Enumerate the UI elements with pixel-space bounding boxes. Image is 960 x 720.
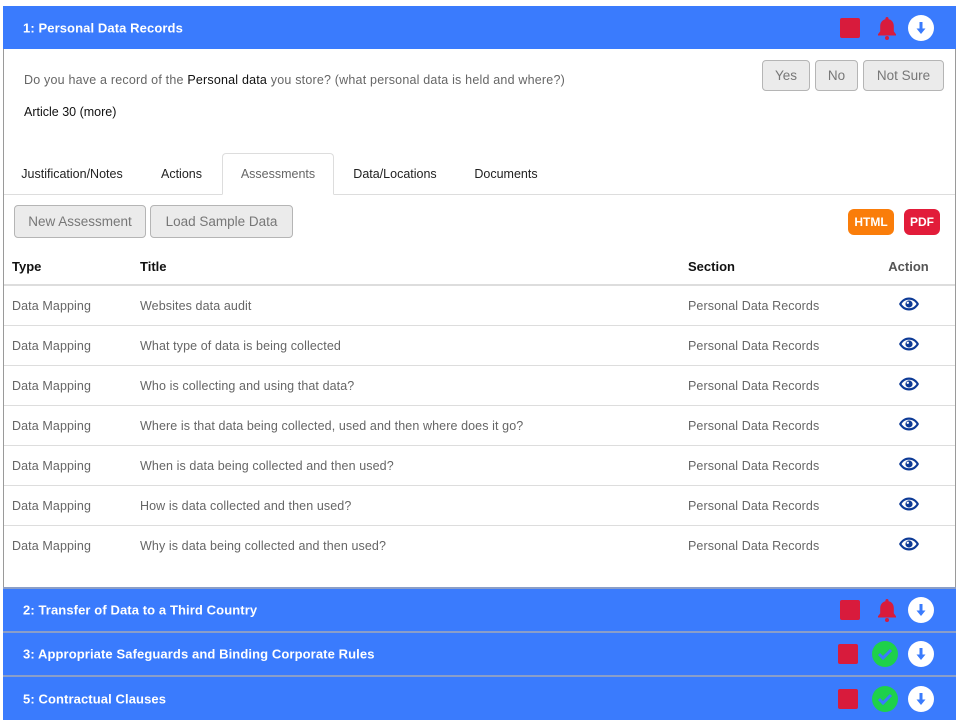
eye-icon[interactable]	[898, 416, 920, 435]
cell-title: How is data collected and then used?	[132, 485, 680, 526]
column-header-action: Action	[862, 248, 955, 286]
cell-type: Data Mapping	[4, 445, 132, 486]
eye-icon[interactable]	[898, 376, 920, 395]
cell-title: Who is collecting and using that data?	[132, 365, 680, 406]
cell-action	[862, 445, 955, 486]
status-square-icon	[840, 600, 860, 620]
cell-section: Personal Data Records	[680, 285, 862, 326]
tab-bar: Justification/Notes Actions Assessments …	[4, 153, 955, 195]
check-circle-icon	[872, 685, 898, 712]
cell-action	[862, 365, 955, 406]
status-square-icon	[840, 17, 860, 38]
yes-button[interactable]: Yes	[762, 60, 810, 91]
cell-type: Data Mapping	[4, 405, 132, 446]
bell-icon[interactable]	[874, 597, 900, 623]
eye-icon[interactable]	[898, 536, 920, 555]
cell-section: Personal Data Records	[680, 445, 862, 486]
expand-down-icon[interactable]	[908, 685, 934, 712]
table-row: Data Mapping What type of data is being c…	[4, 325, 955, 366]
tab-actions[interactable]: Actions	[144, 153, 219, 194]
cell-title: Websites data audit	[132, 285, 680, 326]
cell-action	[862, 285, 955, 326]
pdf-export-button[interactable]: PDF	[904, 209, 940, 235]
assessments-table: Type Title Section Action Data Mapping We…	[4, 248, 955, 565]
cell-action	[862, 526, 955, 566]
cell-type: Data Mapping	[4, 365, 132, 406]
column-header-title[interactable]: Title	[132, 248, 680, 286]
cell-title: Why is data being collected and then use…	[140, 538, 387, 553]
expand-down-icon[interactable]	[908, 14, 934, 41]
eye-icon[interactable]	[898, 296, 920, 315]
table-row: Data Mapping Why is data being collected …	[4, 526, 955, 566]
table-row: Data Mapping Where is that data being col…	[4, 405, 955, 446]
cell-section: Personal Data Records	[680, 405, 862, 446]
eye-icon[interactable]	[898, 336, 920, 355]
cell-section: Personal Data Records	[680, 485, 862, 526]
answer-buttons: Yes No Not Sure	[762, 60, 944, 91]
cell-action	[862, 485, 955, 526]
cell-section: Personal Data Records	[680, 365, 862, 406]
check-circle-icon	[872, 641, 898, 667]
section-header-1[interactable]: 1: Personal Data Records	[3, 6, 956, 49]
no-button[interactable]: No	[815, 60, 858, 91]
html-export-button[interactable]: HTML	[848, 209, 894, 235]
table-header-row: Type Title Section Action	[4, 248, 955, 286]
cell-section: Personal Data Records	[688, 538, 820, 553]
cell-type: Data Mapping	[4, 485, 132, 526]
cell-type: Data Mapping	[4, 285, 132, 326]
section-title: 2: Transfer of Data to a Third Country	[23, 602, 258, 618]
bell-icon[interactable]	[874, 15, 900, 41]
table-row: Data Mapping Websites data audit Personal …	[4, 285, 955, 326]
eye-icon[interactable]	[898, 496, 920, 515]
new-assessment-button[interactable]: New Assessment	[14, 205, 146, 238]
question-text: Do you have a record of the Personal dat…	[24, 73, 565, 87]
cell-title: When is data being collected and then us…	[132, 445, 680, 486]
tab-assessments[interactable]: Assessments	[222, 153, 334, 195]
tab-justification-notes[interactable]: Justification/Notes	[4, 153, 140, 194]
expand-down-icon[interactable]	[908, 597, 934, 623]
section-header-3[interactable]: 3: Appropriate Safeguards and Binding Co…	[3, 631, 956, 675]
tab-data-locations[interactable]: Data/Locations	[338, 153, 452, 194]
column-header-section[interactable]: Section	[680, 248, 862, 286]
cell-action	[862, 405, 955, 446]
section-title: 3: Appropriate Safeguards and Binding Co…	[23, 646, 375, 662]
article-more-link[interactable]: Article 30 (more)	[24, 105, 116, 119]
table-row: Data Mapping How is data collected and th…	[4, 485, 955, 526]
status-square-icon	[838, 688, 858, 709]
expand-down-icon[interactable]	[908, 641, 934, 667]
cell-type: Data Mapping	[12, 538, 92, 553]
section-header-2[interactable]: 2: Transfer of Data to a Third Country	[3, 587, 956, 631]
cell-section: Personal Data Records	[680, 325, 862, 366]
cell-title: What type of data is being collected	[132, 325, 680, 366]
column-header-type[interactable]: Type	[4, 248, 132, 286]
table-row: Data Mapping Who is collecting and using …	[4, 365, 955, 406]
cell-type: Data Mapping	[4, 325, 132, 366]
load-sample-data-button[interactable]: Load Sample Data	[150, 205, 293, 238]
section-header-5[interactable]: 5: Contractual Clauses	[3, 675, 956, 720]
table-row: Data Mapping When is data being collected…	[4, 445, 955, 486]
cell-action	[862, 325, 955, 366]
section-title: 1: Personal Data Records	[23, 20, 183, 35]
status-square-icon	[838, 644, 858, 664]
section-title: 5: Contractual Clauses	[23, 691, 167, 706]
tab-documents[interactable]: Documents	[459, 153, 553, 194]
cell-title: Where is that data being collected, used…	[132, 405, 680, 446]
not-sure-button[interactable]: Not Sure	[863, 60, 944, 91]
eye-icon[interactable]	[898, 456, 920, 475]
